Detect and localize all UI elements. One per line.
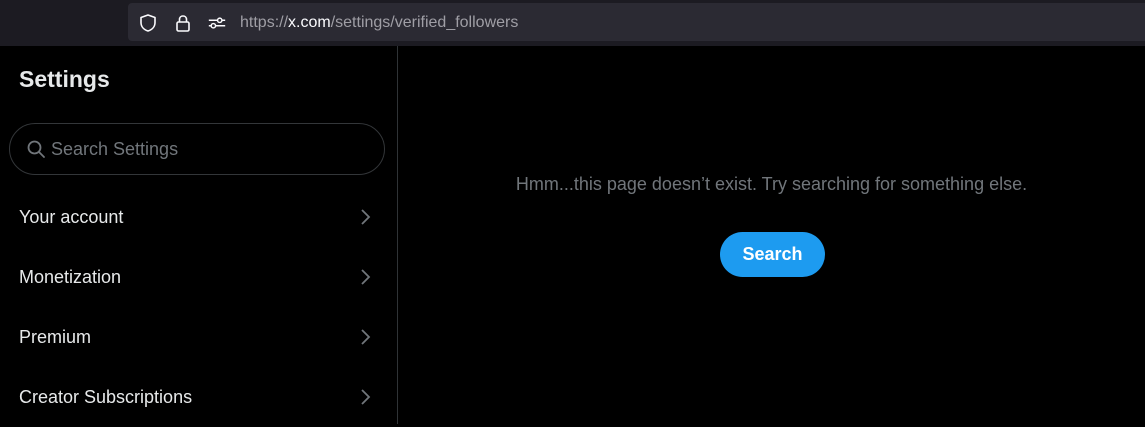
main-content: Hmm...this page doesn’t exist. Try searc… [398,46,1145,424]
chevron-right-icon [355,387,375,407]
permissions-icon[interactable] [207,13,227,33]
url-prefix: https:// [240,14,289,31]
empty-state-message: Hmm...this page doesn’t exist. Try searc… [515,174,1028,194]
search-icon [26,139,46,159]
sidebar-item-premium[interactable]: Premium [0,307,397,367]
settings-sidebar: Settings Your account Monetization Premi… [0,46,398,424]
settings-search[interactable] [9,123,385,175]
chevron-right-icon [355,327,375,347]
chevron-right-icon [355,207,375,227]
browser-toolbar: https://x.com/settings/verified_follower… [0,0,1145,46]
url-host: x.com [288,14,331,31]
url-bar[interactable]: https://x.com/settings/verified_follower… [128,3,1145,41]
sidebar-item-label: Monetization [19,267,122,287]
sidebar-item-label: Creator Subscriptions [19,387,193,407]
url-text[interactable]: https://x.com/settings/verified_follower… [240,13,518,33]
sidebar-item-monetization[interactable]: Monetization [0,247,397,307]
chevron-right-icon [355,267,375,287]
search-input[interactable] [51,136,371,162]
page-title: Settings [19,66,110,92]
sidebar-item-label: Premium [19,327,92,347]
shield-icon[interactable] [138,13,158,33]
sidebar-item-creator-subscriptions[interactable]: Creator Subscriptions [0,367,397,427]
lock-icon[interactable] [173,13,193,33]
sidebar-item-label: Your account [19,207,124,227]
url-path: /settings/verified_followers [330,14,519,31]
search-button[interactable]: Search [720,232,825,277]
sidebar-item-your-account[interactable]: Your account [0,187,397,247]
